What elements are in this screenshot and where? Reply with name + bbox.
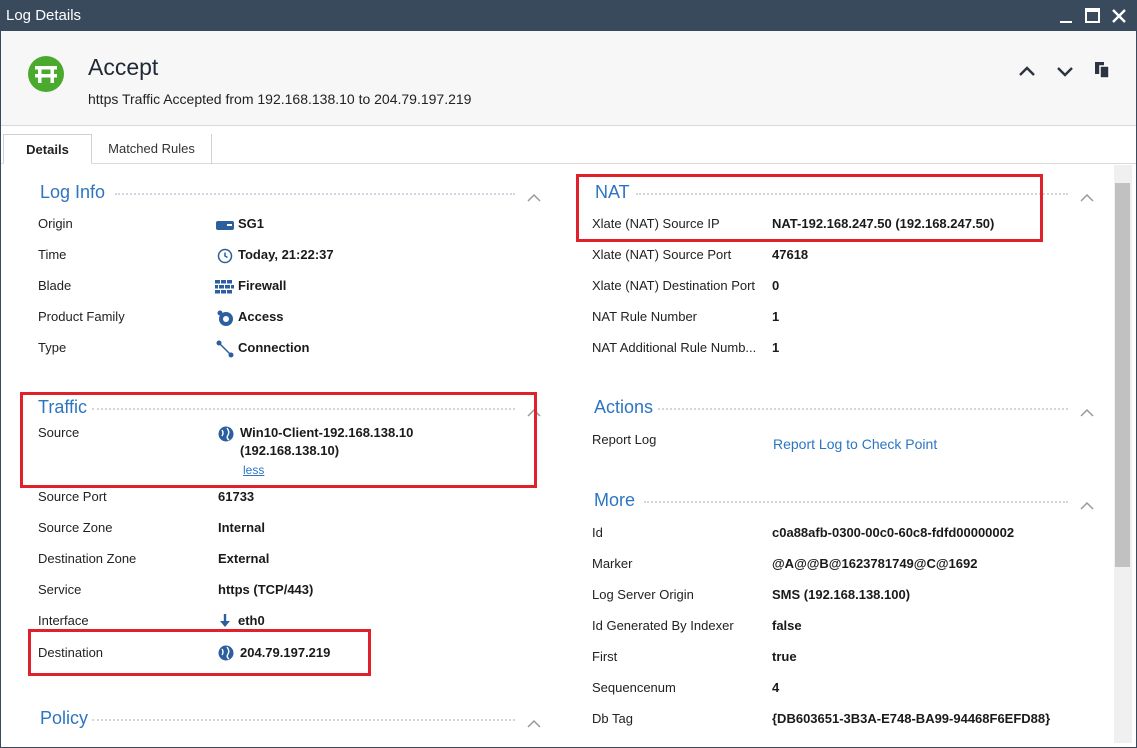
- field-label: Log Server Origin: [592, 587, 694, 602]
- section-title-traffic: Traffic: [38, 397, 88, 417]
- field-value: 1: [772, 340, 780, 355]
- tab-matched-rules[interactable]: Matched Rules: [92, 134, 212, 164]
- section-divider: [644, 501, 1068, 503]
- access-icon: [216, 309, 234, 326]
- field-value: 0: [772, 278, 780, 293]
- source-value: Win10-Client-192.168.138.10: [240, 425, 414, 440]
- field-value: 61733: [218, 489, 255, 504]
- globe-icon: [218, 645, 236, 661]
- section-title-actions: Actions: [594, 397, 654, 417]
- field-value: SG1: [238, 216, 265, 231]
- log-summary: https Traffic Accepted from 192.168.138.…: [88, 91, 472, 107]
- field-label: Time: [38, 247, 67, 262]
- log-header: [1, 31, 1136, 126]
- maximize-icon[interactable]: [1081, 4, 1105, 28]
- copy-icon[interactable]: [1092, 60, 1114, 82]
- field-value: https (TCP/443): [218, 582, 314, 597]
- field-label: Xlate (NAT) Source Port: [592, 247, 732, 262]
- firewall-icon: [215, 280, 234, 296]
- field-label: Source: [38, 425, 80, 440]
- field-value: @A@@B@1623781749@C@1692: [772, 556, 978, 571]
- field-value: true: [772, 649, 797, 664]
- connection-icon: [216, 340, 234, 358]
- section-title-log-info: Log Info: [40, 182, 106, 202]
- collapse-policy-chevron-up-icon[interactable]: [526, 715, 542, 728]
- field-label: Product Family: [38, 309, 125, 324]
- section-divider: [92, 719, 515, 721]
- minimize-icon[interactable]: [1054, 4, 1078, 28]
- previous-log-button[interactable]: [1016, 60, 1038, 82]
- field-label: Marker: [592, 556, 633, 571]
- field-value: 47618: [772, 247, 809, 262]
- field-label: Id Generated By Indexer: [592, 618, 734, 633]
- field-value: 4: [772, 680, 780, 695]
- clock-icon: [217, 248, 235, 264]
- field-label: Xlate (NAT) Destination Port: [592, 278, 756, 293]
- page-title: Accept: [88, 54, 159, 80]
- field-label: Db Tag: [592, 711, 633, 726]
- field-value: SMS (192.168.138.100): [772, 587, 911, 602]
- section-divider: [115, 193, 515, 195]
- field-value: {DB603651-3B3A-E748-BA99-94468F6EFD88}: [772, 711, 1051, 726]
- close-icon[interactable]: [1107, 4, 1131, 28]
- less-link[interactable]: less: [243, 463, 264, 477]
- field-value: NAT-192.168.247.50 (192.168.247.50): [772, 216, 995, 231]
- field-label: Report Log: [592, 432, 657, 447]
- field-label: Destination: [38, 645, 104, 660]
- report-log-link[interactable]: Report Log to Check Point: [773, 436, 937, 452]
- section-divider: [92, 408, 515, 410]
- field-label: Id: [592, 525, 603, 540]
- field-value: External: [218, 551, 270, 566]
- accept-icon: [28, 56, 64, 92]
- field-label: Sequencenum: [592, 680, 676, 695]
- source-value-ip: (192.168.138.10): [240, 443, 340, 458]
- field-label: Type: [38, 340, 67, 355]
- field-value: Firewall: [238, 278, 287, 293]
- field-label: Source Zone: [38, 520, 113, 535]
- section-divider: [658, 408, 1068, 410]
- field-value: Internal: [218, 520, 265, 535]
- field-label: Destination Zone: [38, 551, 137, 566]
- field-label: First: [592, 649, 618, 664]
- field-value: 1: [772, 309, 780, 324]
- arrow-down-icon: [218, 613, 236, 629]
- collapse-log-info-chevron-up-icon[interactable]: [526, 189, 542, 202]
- field-value: Today, 21:22:37: [238, 247, 334, 262]
- tab-details[interactable]: Details: [3, 134, 92, 164]
- highlight-box-nat-source-ip: [576, 174, 1043, 242]
- field-label: Interface: [38, 613, 89, 628]
- section-title-nat: NAT: [595, 182, 630, 202]
- globe-icon: [218, 426, 236, 442]
- gateway-icon: [216, 218, 234, 234]
- tab-bar: Details Matched Rules: [1, 126, 1136, 164]
- field-label: Blade: [38, 278, 72, 293]
- field-value: Access: [238, 309, 284, 324]
- section-divider: [636, 193, 1068, 195]
- scrollbar-thumb[interactable]: [1115, 183, 1130, 567]
- section-title-policy: Policy: [40, 708, 89, 728]
- collapse-traffic-chevron-up-icon[interactable]: [526, 404, 542, 417]
- collapse-more-chevron-up-icon[interactable]: [1079, 497, 1095, 510]
- highlight-box-source: [20, 392, 537, 488]
- field-value: false: [772, 618, 802, 633]
- destination-value: 204.79.197.219: [240, 645, 331, 660]
- next-log-button[interactable]: [1054, 60, 1076, 82]
- window-titlebar: Log Details: [0, 0, 1137, 31]
- collapse-nat-chevron-up-icon[interactable]: [1079, 189, 1095, 202]
- window-title: Log Details: [6, 7, 82, 24]
- field-label: Source Port: [38, 489, 107, 504]
- field-value: eth0: [238, 613, 265, 628]
- field-label: NAT Rule Number: [592, 309, 697, 324]
- field-label: Origin: [38, 216, 73, 231]
- field-label: NAT Additional Rule Numb...: [592, 340, 757, 355]
- field-value: c0a88afb-0300-00c0-60c8-fdfd00000002: [772, 525, 1015, 540]
- collapse-actions-chevron-up-icon[interactable]: [1079, 404, 1095, 417]
- field-label: Service: [38, 582, 82, 597]
- section-title-more: More: [594, 490, 636, 510]
- field-value: Connection: [238, 340, 310, 355]
- field-label: Xlate (NAT) Source IP: [592, 216, 720, 231]
